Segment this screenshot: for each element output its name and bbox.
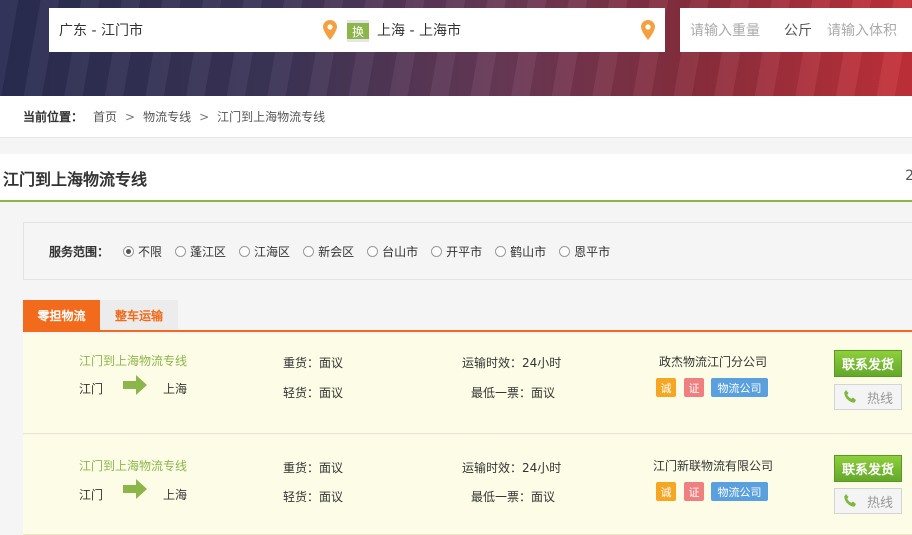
tab-ftl[interactable]: 整车运输 xyxy=(100,300,178,330)
phone-icon xyxy=(844,390,856,403)
transit-time: 运输时效：24小时 xyxy=(462,461,562,475)
heavy-price: 重货：面议 xyxy=(283,461,344,475)
tab-ltl[interactable]: 零担物流 xyxy=(23,300,100,330)
radio-checked-icon[interactable] xyxy=(123,245,135,257)
destination-input[interactable]: 上海 - 上海市 xyxy=(377,20,461,40)
phone-icon xyxy=(844,494,856,507)
dest-city: 上海 xyxy=(163,488,188,502)
certified-badge: 证 xyxy=(684,482,704,501)
radio-label: 恩平市 xyxy=(574,244,611,259)
radio-area-heshan[interactable]: 鹤山市 xyxy=(495,243,546,260)
list-item: 江门到上海物流专线 江门 上海 重货：面议 轻货：面议 运输时效：24小时 最低… xyxy=(23,435,912,535)
certified-badge: 证 xyxy=(684,378,704,397)
origin-input[interactable]: 广东 - 江门市 xyxy=(59,20,143,40)
hotline-button[interactable]: 热线 xyxy=(834,384,902,410)
company-type-badge: 物流公司 xyxy=(711,378,768,397)
company-name[interactable]: 江门新联物流有限公司 xyxy=(653,457,773,474)
page-title: 江门到上海物流专线 xyxy=(3,170,148,189)
radio-label: 鹤山市 xyxy=(510,244,547,259)
radio-label: 蓬江区 xyxy=(190,244,227,259)
list-item: 江门到上海物流专线 江门 上海 重货：面议 轻货：面议 运输时效：24小时 最低… xyxy=(23,334,912,434)
breadcrumb-label: 当前位置： xyxy=(23,110,84,124)
route-link[interactable]: 江门到上海物流专线 xyxy=(79,457,187,474)
min-charge: 最低一票：面议 xyxy=(471,386,556,400)
radio-label: 台山市 xyxy=(382,244,419,259)
integrity-badge: 诚 xyxy=(656,482,676,501)
section-header: 江门到上海物流专线 2 xyxy=(0,154,912,202)
title-edge-text: 2 xyxy=(905,168,912,184)
radio-icon[interactable] xyxy=(239,245,251,257)
cargo-size-box: 请输入重量 公斤 请输入体积 xyxy=(680,8,912,52)
weight-input[interactable]: 请输入重量 xyxy=(690,20,760,40)
transit-time: 运输时效：24小时 xyxy=(462,356,562,370)
location-pin-icon[interactable] xyxy=(641,20,655,40)
company-type-badge: 物流公司 xyxy=(711,482,768,501)
arrow-right-icon xyxy=(123,375,147,395)
origin-city: 江门 xyxy=(79,382,104,396)
breadcrumb-current[interactable]: 江门到上海物流专线 xyxy=(217,108,325,125)
company-name[interactable]: 政杰物流江门分公司 xyxy=(659,353,767,370)
hotline-button[interactable]: 热线 xyxy=(834,488,902,514)
radio-icon[interactable] xyxy=(367,245,379,257)
contact-ship-button[interactable]: 联系发货 xyxy=(834,455,902,482)
route-search-box: 广东 - 江门市 换 上海 - 上海市 xyxy=(49,8,665,52)
radio-icon[interactable] xyxy=(175,245,187,257)
light-price: 轻货：面议 xyxy=(283,490,344,504)
breadcrumb-home[interactable]: 首页 xyxy=(93,108,117,125)
radio-area-enping[interactable]: 恩平市 xyxy=(559,243,610,260)
radio-area-kaiping[interactable]: 开平市 xyxy=(431,243,482,260)
weight-unit: 公斤 xyxy=(784,23,812,39)
origin-city: 江门 xyxy=(79,488,104,502)
radio-label: 开平市 xyxy=(446,244,483,259)
heavy-price: 重货：面议 xyxy=(283,356,344,370)
radio-icon[interactable] xyxy=(303,245,315,257)
radio-icon[interactable] xyxy=(559,245,571,257)
service-area-filter: 服务范围： 不限 蓬江区 江海区 新会区 台山市 开平市 鹤山市 恩平市 xyxy=(23,222,912,280)
light-price: 轻货：面议 xyxy=(283,386,344,400)
radio-area-pengjiang[interactable]: 蓬江区 xyxy=(175,243,226,260)
breadcrumb-sep: > xyxy=(125,109,136,124)
radio-icon[interactable] xyxy=(431,245,443,257)
volume-input[interactable]: 请输入体积 xyxy=(827,20,897,40)
radio-label: 江海区 xyxy=(254,244,291,259)
breadcrumb-category[interactable]: 物流专线 xyxy=(143,108,191,125)
radio-label: 不限 xyxy=(138,244,163,259)
radio-label: 新会区 xyxy=(318,244,355,259)
radio-area-all[interactable]: 不限 xyxy=(123,243,162,260)
route-link[interactable]: 江门到上海物流专线 xyxy=(79,352,187,369)
arrow-right-icon xyxy=(123,479,147,499)
hotline-label: 热线 xyxy=(867,495,894,511)
breadcrumb: 当前位置： 首页 > 物流专线 > 江门到上海物流专线 xyxy=(0,96,912,138)
location-pin-icon[interactable] xyxy=(323,20,337,40)
breadcrumb-sep: > xyxy=(199,109,210,124)
min-charge: 最低一票：面议 xyxy=(471,490,556,504)
service-tabs: 零担物流 整车运输 xyxy=(23,300,912,332)
radio-area-xinhui[interactable]: 新会区 xyxy=(303,243,354,260)
radio-area-jianghai[interactable]: 江海区 xyxy=(239,243,290,260)
integrity-badge: 诚 xyxy=(656,378,676,397)
radio-area-taishan[interactable]: 台山市 xyxy=(367,243,418,260)
filter-label: 服务范围： xyxy=(49,244,110,259)
radio-icon[interactable] xyxy=(495,245,507,257)
swap-button[interactable]: 换 xyxy=(347,20,369,42)
contact-ship-button[interactable]: 联系发货 xyxy=(834,350,902,377)
hotline-label: 热线 xyxy=(867,391,894,407)
dest-city: 上海 xyxy=(163,382,188,396)
